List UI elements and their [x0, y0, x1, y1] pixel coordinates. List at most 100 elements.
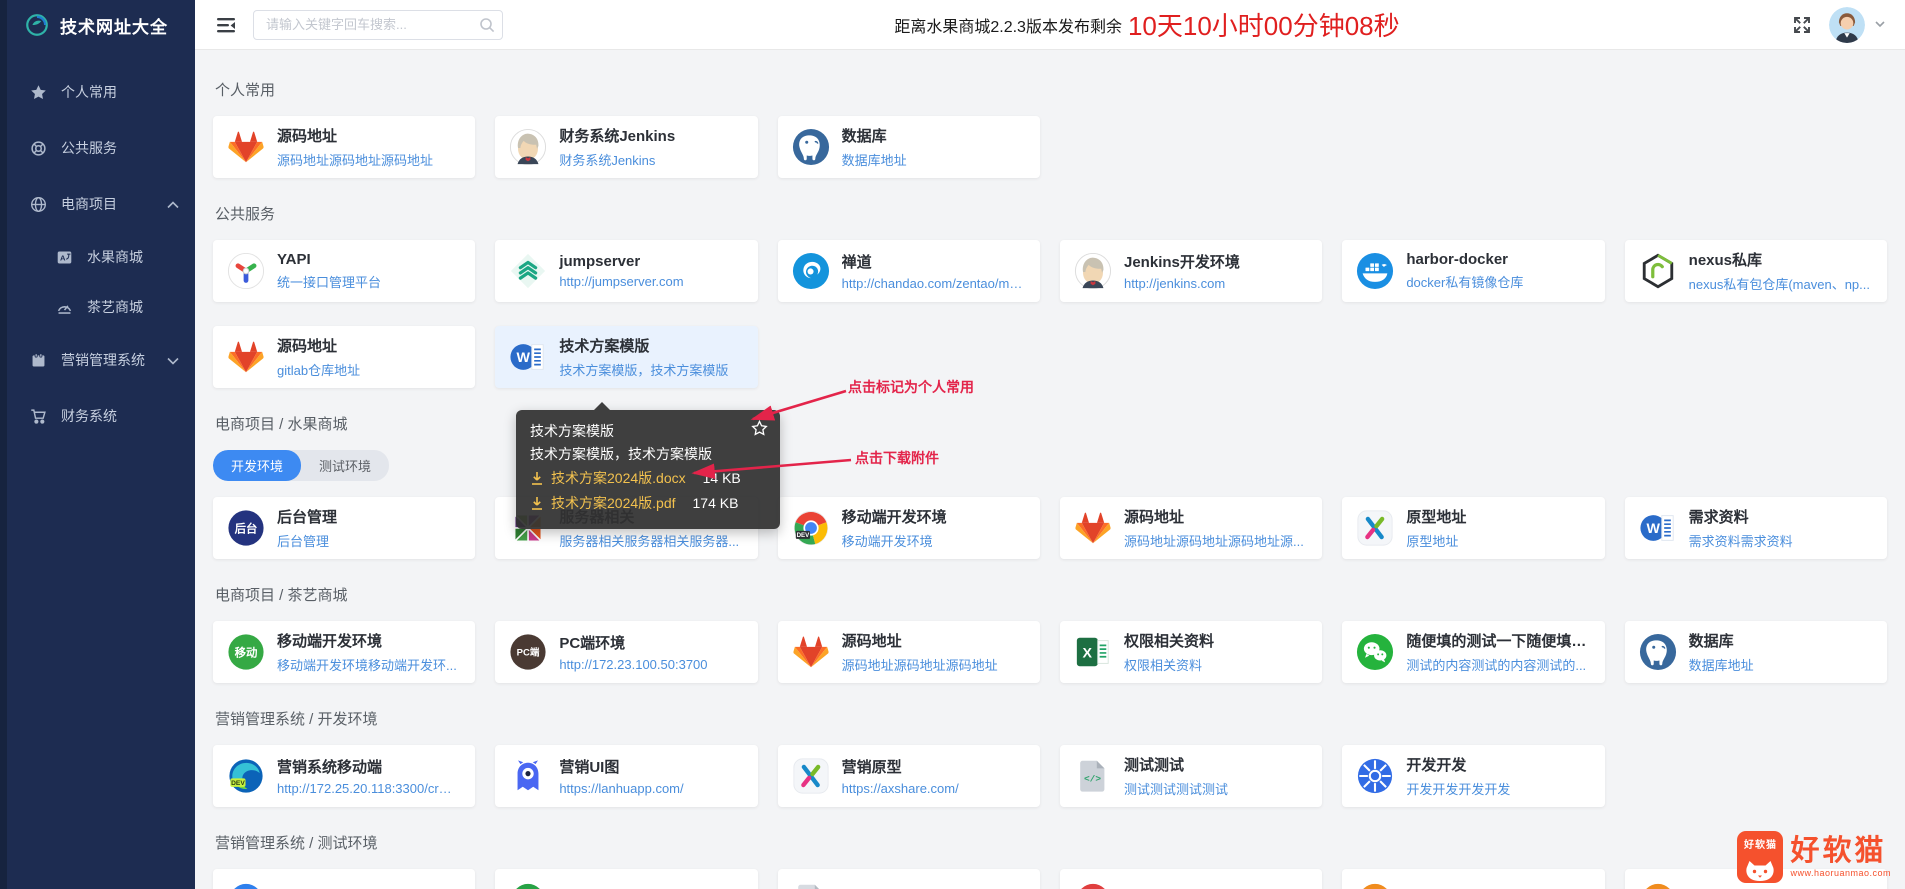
link-card[interactable]: X权限相关资料权限相关资料: [1060, 621, 1322, 683]
search-box: [253, 10, 503, 40]
card-link[interactable]: 统一接口管理平台: [277, 272, 461, 291]
link-card[interactable]: 随便填的测试一下随便填的...测试的内容测试的内容测试的...: [1342, 621, 1604, 683]
card-text: 需求资料需求资料需求资料: [1689, 506, 1873, 550]
link-card[interactable]: W 需求资料需求资料需求资料: [1625, 497, 1887, 559]
card-link[interactable]: 源码地址源码地址源码地址: [277, 150, 461, 169]
card-link[interactable]: 移动端开发环境: [842, 531, 1026, 550]
avatar-caret-icon[interactable]: [1875, 21, 1885, 28]
link-card[interactable]: 禅道http://chandao.com/zentao/my....: [778, 240, 1040, 302]
link-card[interactable]: 源码地址gitlab仓库地址: [213, 326, 475, 388]
search-icon: [479, 17, 495, 38]
link-card[interactable]: 后台后台管理后台管理: [213, 497, 475, 559]
attachment-name[interactable]: 技术方案2024版.docx: [551, 466, 686, 491]
link-card[interactable]: 营销测试环境接口地址: [495, 869, 757, 889]
link-card[interactable]: W技术方案模版技术方案模版，技术方案模版: [495, 326, 757, 388]
card-link[interactable]: http://172.23.100.50:3700: [559, 657, 743, 672]
gitlab-icon: [1074, 509, 1112, 547]
card-link[interactable]: https://axshare.com/: [842, 781, 1026, 796]
link-card[interactable]: 源码地址源码地址源码地址源码地址源...: [1060, 497, 1322, 559]
card-link[interactable]: 服务器相关服务器相关服务器...: [559, 531, 743, 550]
card-text: PC端环境http://172.23.100.50:3700: [559, 632, 743, 672]
sidebar-item-2[interactable]: 电商项目: [0, 176, 195, 232]
download-icon: [530, 496, 544, 511]
card-link[interactable]: gitlab仓库地址: [277, 360, 461, 379]
link-card[interactable]: 财务系统Jenkins财务系统Jenkins: [495, 116, 757, 178]
card-grid: 源码地址源码地址源码地址源码地址 财务系统Jenkins财务系统Jenkins 数据…: [213, 116, 1887, 178]
card-link[interactable]: 技术方案模版，技术方案模版: [559, 360, 743, 379]
tab-0[interactable]: 开发环境: [213, 450, 301, 481]
link-card[interactable]: DEV营销系统移动端http://172.25.20.118:3300/crm/…: [213, 745, 475, 807]
svg-text:W: W: [1646, 521, 1660, 537]
link-card[interactable]: 移动移动端开发环境移动端开发环境移动端开发环...: [213, 621, 475, 683]
link-card[interactable]: harbor-dockerdocker私有镜像仓库: [1342, 240, 1604, 302]
link-card[interactable]: 原型地址原型地址: [1342, 497, 1604, 559]
link-card[interactable]: 营销原型https://axshare.com/: [778, 745, 1040, 807]
link-card[interactable]: 数据库数据库地址: [1625, 621, 1887, 683]
search-input[interactable]: [253, 10, 503, 40]
card-text: 数据库数据库地址: [1689, 630, 1873, 674]
link-card[interactable]: Jenkins开发环境http://jenkins.com: [1060, 240, 1322, 302]
link-card[interactable]: 接口文档: [778, 869, 1040, 889]
wechat-icon: [1356, 633, 1394, 671]
link-card[interactable]: </>测试测试测试测试测试测试: [1060, 745, 1322, 807]
sidebar-item-3[interactable]: A水果商城: [0, 232, 195, 282]
card-link[interactable]: 数据库地址: [1689, 655, 1873, 674]
card-link[interactable]: nexus私有包仓库(maven、np...: [1689, 274, 1873, 293]
card-link[interactable]: 财务系统Jenkins: [559, 150, 743, 169]
link-card[interactable]: jumpserverhttp://jumpserver.com: [495, 240, 757, 302]
link-card[interactable]: 源码地址源码地址源码地址源码地址: [778, 621, 1040, 683]
attachment-name[interactable]: 技术方案2024版.pdf: [551, 491, 676, 516]
card-link[interactable]: 测试测试测试测试: [1124, 779, 1308, 798]
sidebar-item-6[interactable]: 财务系统: [0, 388, 195, 444]
card-link[interactable]: 数据库地址: [842, 150, 1026, 169]
link-card[interactable]: Redis地址: [1060, 869, 1322, 889]
link-card[interactable]: 开发开发开发开发开发开发: [1342, 745, 1604, 807]
card-link[interactable]: http://jumpserver.com: [559, 274, 743, 289]
card-link[interactable]: 移动端开发环境移动端开发环...: [277, 655, 461, 674]
card-link[interactable]: 源码地址源码地址源码地址: [842, 655, 1026, 674]
doc-icon: [792, 881, 830, 889]
sidebar-item-4[interactable]: 茶艺商城: [0, 282, 195, 332]
badge-icon: 移动: [227, 633, 265, 671]
sidebar-item-0[interactable]: 个人常用: [0, 64, 195, 120]
card-link[interactable]: 源码地址源码地址源码地址源...: [1124, 531, 1308, 550]
card-link[interactable]: 权限相关资料: [1124, 655, 1308, 674]
card-text: 营销原型https://axshare.com/: [842, 756, 1026, 796]
avatar[interactable]: [1829, 7, 1865, 43]
card-text: 开发开发开发开发开发开发: [1406, 754, 1590, 798]
sidebar-item-label: 水果商城: [87, 247, 143, 267]
link-card[interactable]: PC端PC端环境http://172.23.100.50:3700: [495, 621, 757, 683]
tab-1[interactable]: 测试环境: [301, 450, 389, 481]
attachment-row[interactable]: 技术方案2024版.pdf174 KB: [530, 491, 766, 516]
card-link[interactable]: http://172.25.20.118:3300/crm/...: [277, 781, 461, 796]
card-link[interactable]: 测试的内容测试的内容测试的...: [1406, 655, 1590, 674]
sidebar-item-1[interactable]: 公共服务: [0, 120, 195, 176]
sidebar-item-5[interactable]: 营销管理系统: [0, 332, 195, 388]
link-card[interactable]: DEV移动端开发环境移动端开发环境: [778, 497, 1040, 559]
link-card[interactable]: RabbitMQ地址: [1342, 869, 1604, 889]
link-card[interactable]: nexus私库nexus私有包仓库(maven、np...: [1625, 240, 1887, 302]
card-link[interactable]: 需求资料需求资料: [1689, 531, 1873, 550]
menu-fold-icon[interactable]: [215, 14, 237, 36]
link-card[interactable]: YAPI统一接口管理平台: [213, 240, 475, 302]
card-text: 原型地址原型地址: [1406, 506, 1590, 550]
card-link[interactable]: 后台管理: [277, 531, 461, 550]
card-title: 后台管理: [277, 506, 461, 527]
card-link[interactable]: 原型地址: [1406, 531, 1590, 550]
card-link[interactable]: http://jenkins.com: [1124, 276, 1308, 291]
link-card[interactable]: 营销测试环境H5地址: [213, 869, 475, 889]
link-card[interactable]: 营销UI图https://lanhuapp.com/: [495, 745, 757, 807]
link-card[interactable]: 源码地址源码地址源码地址源码地址: [213, 116, 475, 178]
card-link[interactable]: https://lanhuapp.com/: [559, 781, 743, 796]
card-link[interactable]: http://chandao.com/zentao/my....: [842, 276, 1026, 291]
link-card[interactable]: 数据库数据库地址: [778, 116, 1040, 178]
attachment-row[interactable]: 技术方案2024版.docx14 KB: [530, 466, 766, 491]
favorite-star-icon[interactable]: [751, 420, 768, 437]
card-link[interactable]: docker私有镜像仓库: [1406, 272, 1590, 291]
card-link[interactable]: 开发开发开发开发: [1406, 779, 1590, 798]
card-title: 营销系统移动端: [277, 756, 461, 777]
card-text: 财务系统Jenkins财务系统Jenkins: [559, 125, 743, 169]
lanhu-icon: [509, 757, 547, 795]
fullscreen-icon[interactable]: [1791, 14, 1813, 36]
app-logo[interactable]: 技术网址大全: [0, 0, 195, 48]
